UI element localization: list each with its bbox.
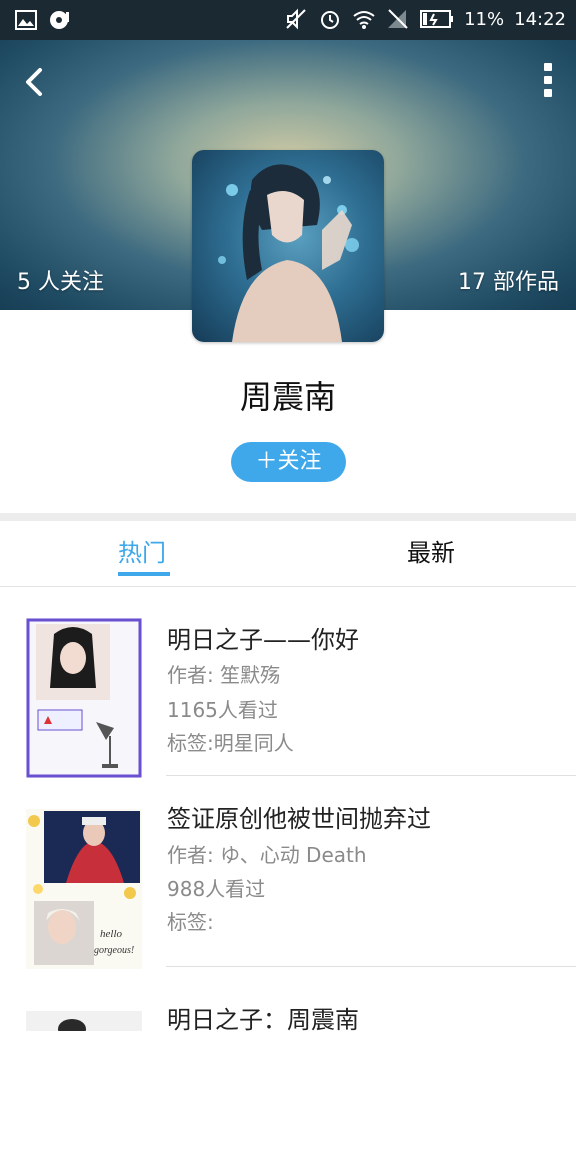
avatar[interactable] [192,150,384,342]
story-cover [26,1011,142,1031]
wifi-icon [353,11,375,29]
story-cover: hello gorgeous! [26,809,142,969]
status-bar: 11% 14:22 [0,0,576,40]
story-views: 1165人看过 [167,698,278,722]
battery-icon [420,10,454,28]
back-arrow-icon[interactable] [18,62,50,102]
mute-icon [286,8,306,30]
item-divider [166,775,576,776]
more-vertical-icon[interactable] [536,60,560,100]
story-title: 明日之子——你好 [167,626,359,654]
alarm-icon [321,11,340,29]
story-cover [26,618,142,778]
username: 周震南 [239,378,336,416]
tab-indicator [118,572,170,576]
story-tags: 标签:明星同人 [167,731,294,755]
list-item[interactable]: 明日之子——你好 作者: 笙默殇 1165人看过 标签:明星同人 [0,587,576,778]
story-views: 988人看过 [167,877,266,901]
follow-button[interactable]: ＋关注 [231,442,346,482]
section-divider [0,513,576,521]
story-author: 作者: ゆ、心动 Death [167,843,367,867]
story-tags: 标签: [167,910,214,934]
story-author: 作者: 笙默殇 [167,663,281,687]
works-count[interactable]: 17 部作品 [458,264,559,296]
story-title: 明日之子：周震南 [167,1006,359,1034]
followers-count[interactable]: 5 人关注 [17,264,104,296]
tab-hot[interactable]: 热门 [118,533,166,568]
list-item[interactable]: 明日之子：周震南 [0,967,576,1157]
music-notification-icon [50,11,69,29]
list-item[interactable]: hello gorgeous! 签证原创他被世间抛弃过 作者: ゆ、心动 Dea… [0,777,576,969]
tab-bar: 热门 最新 [0,521,576,587]
no-signal-icon [388,9,408,29]
story-title: 签证原创他被世间抛弃过 [167,805,431,833]
avatar-illustration [218,164,359,342]
svg-text:hello: hello [100,928,122,940]
battery-percent: 11% [464,8,505,30]
tab-latest[interactable]: 最新 [407,533,455,568]
clock: 14:22 [514,8,566,30]
svg-text:gorgeous!: gorgeous! [94,945,134,956]
gallery-notification-icon [15,10,37,30]
